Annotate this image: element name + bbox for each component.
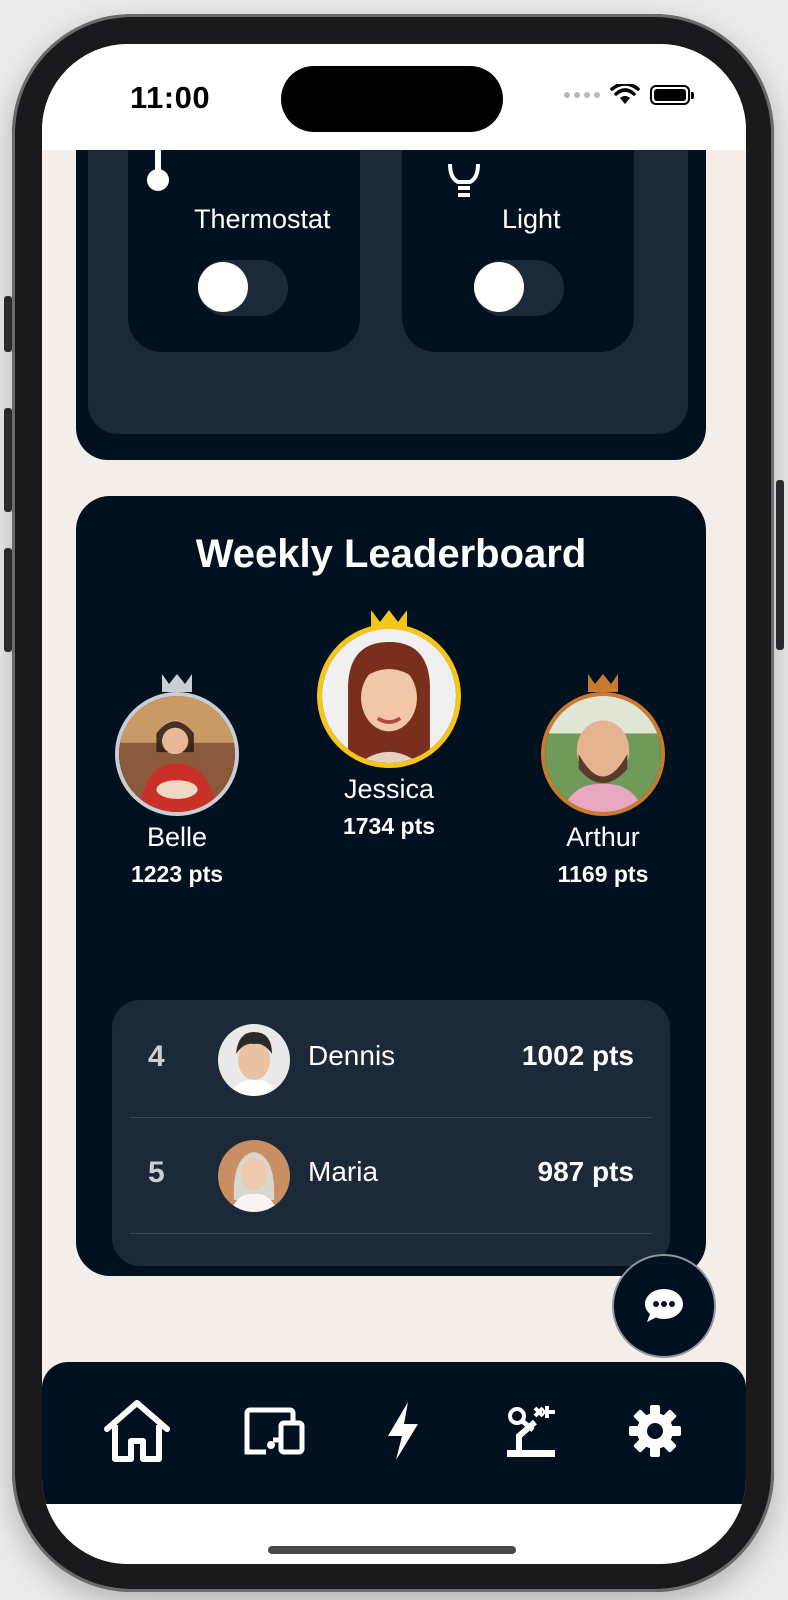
rank-name: Maria: [308, 1156, 379, 1187]
rank-number: 5: [148, 1156, 165, 1189]
home-icon: [104, 1400, 170, 1462]
rank-name: Dennis: [308, 1040, 396, 1071]
chat-button[interactable]: [612, 1254, 716, 1358]
volume-down-button: [4, 548, 12, 652]
tab-bar: [42, 1362, 746, 1504]
action-button: [4, 296, 12, 352]
ranking-row[interactable]: 5 Maria 987 pts: [130, 1118, 652, 1234]
dynamic-island: [281, 66, 503, 132]
status-time: 11:00: [130, 80, 211, 115]
ranking-list: 4 Dennis 1002 pts 5 Maria 987 pts: [112, 1000, 670, 1266]
device-label: Thermostat: [194, 204, 331, 234]
podium-points: 1223 pts: [130, 861, 224, 887]
avatar-maria: [218, 1140, 290, 1212]
avatar-jessica: [317, 624, 461, 768]
leaderboard-card: Weekly Leaderboard Belle 1223 pts Jessic…: [76, 496, 706, 1276]
home-indicator-area: [42, 1504, 746, 1564]
podium-name: Belle: [146, 822, 208, 852]
devices-card: Thermostat Light: [76, 104, 706, 460]
cellular-dots-icon: [564, 92, 600, 98]
ranking-row[interactable]: 4 Dennis 1002 pts: [130, 1002, 652, 1118]
gear-icon: [629, 1405, 681, 1457]
podium-points: 1734 pts: [342, 813, 436, 839]
wifi-icon: [610, 84, 640, 104]
battery-icon: [650, 85, 694, 105]
devices-icon: [244, 1407, 305, 1455]
robot-arm-icon: [507, 1406, 555, 1457]
thermometer-icon: [147, 144, 169, 191]
rank-number: 4: [148, 1040, 165, 1073]
podium-points: 1169 pts: [557, 861, 649, 887]
devices-panel: Thermostat Light: [88, 104, 688, 434]
lightbulb-icon: [448, 163, 480, 197]
tab-home[interactable]: [92, 1386, 182, 1476]
tab-automation[interactable]: [486, 1386, 576, 1476]
avatar-arthur: [541, 692, 665, 816]
toggle-knob: [474, 262, 524, 312]
rank-points: 987 pts: [537, 1156, 635, 1187]
power-button: [776, 480, 784, 650]
rank-points: 1002 pts: [521, 1040, 634, 1071]
toggle-knob: [198, 262, 248, 312]
podium-second[interactable]: Belle 1223 pts: [114, 672, 240, 888]
tab-energy[interactable]: [358, 1386, 448, 1476]
device-label: Light: [502, 204, 561, 234]
podium-name: Jessica: [343, 774, 435, 804]
chat-bubble-icon: [645, 1289, 683, 1322]
lightning-icon: [388, 1402, 418, 1460]
leaderboard-title: Weekly Leaderboard: [195, 532, 587, 576]
app-screen: Thermostat Light 11:00 Weekly Leaderboar…: [42, 44, 746, 1564]
avatar-belle: [115, 692, 239, 816]
status-icons: [564, 84, 694, 106]
home-indicator[interactable]: [268, 1546, 516, 1554]
podium-third[interactable]: Arthur 1169 pts: [538, 672, 668, 888]
tab-devices[interactable]: [230, 1386, 320, 1476]
light-toggle[interactable]: [474, 260, 564, 316]
volume-up-button: [4, 408, 12, 512]
status-bar: 11:00: [42, 44, 746, 150]
tab-settings[interactable]: [610, 1386, 700, 1476]
thermostat-toggle[interactable]: [198, 260, 288, 316]
avatar-dennis: [218, 1024, 290, 1096]
podium-first[interactable]: Jessica 1734 pts: [316, 608, 462, 840]
podium-name: Arthur: [566, 822, 640, 852]
